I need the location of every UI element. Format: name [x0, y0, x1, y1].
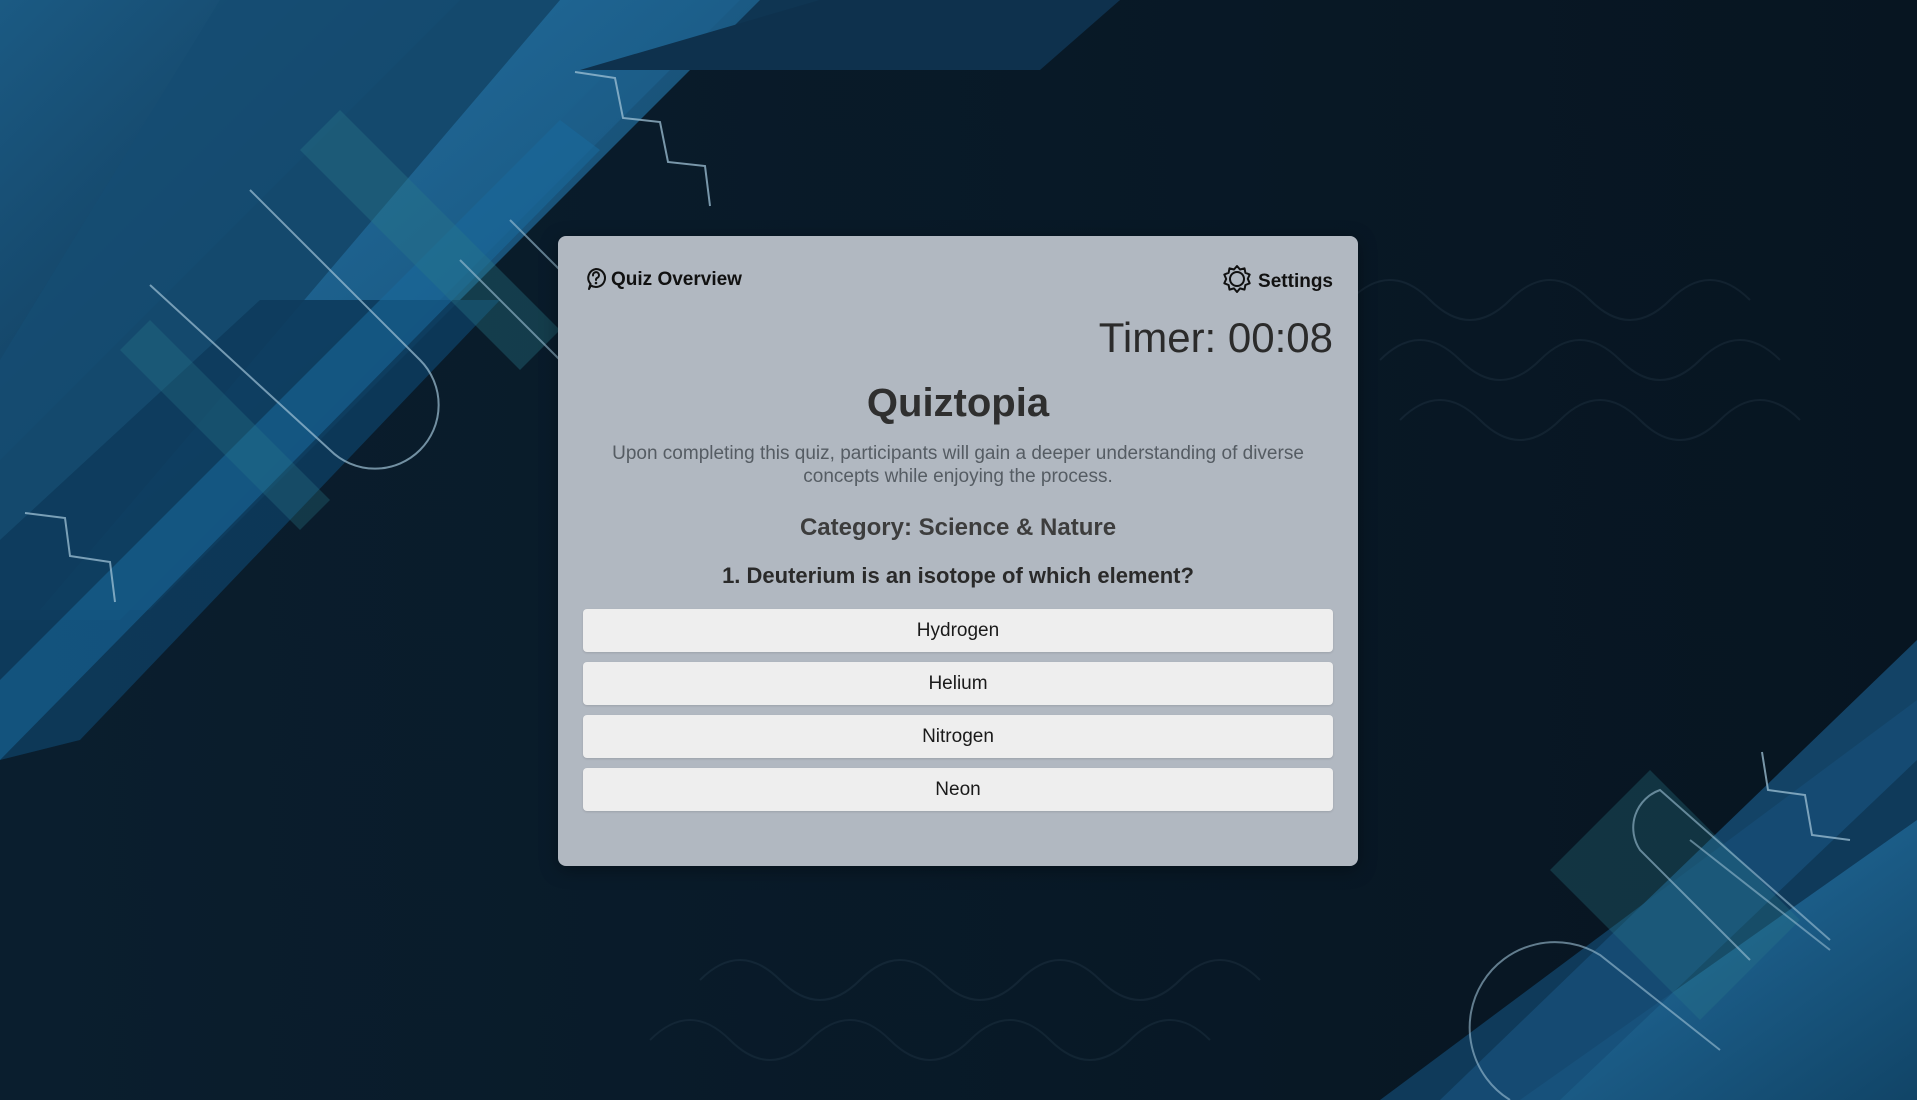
- quiz-card: Quiz Overview Settings Timer: 00:08 Quiz…: [558, 236, 1358, 866]
- quiz-overview-button[interactable]: Quiz Overview: [585, 263, 742, 297]
- quiz-overview-label: Quiz Overview: [611, 269, 742, 290]
- quiz-header: Quiz Overview Settings: [583, 260, 1333, 300]
- question-text: 1. Deuterium is an isotope of which elem…: [722, 563, 1194, 588]
- quiz-description: Upon completing this quiz, participants …: [612, 443, 1304, 487]
- answer-option-hydrogen[interactable]: Hydrogen: [583, 609, 1333, 652]
- quiz-title: Quiztopia: [866, 381, 1050, 425]
- answer-option-helium[interactable]: Helium: [583, 662, 1333, 705]
- settings-label: Settings: [1258, 271, 1333, 292]
- question-circle-icon: [585, 263, 607, 297]
- settings-button[interactable]: Settings: [1222, 264, 1333, 300]
- gear-icon: [1222, 264, 1252, 300]
- answer-option-nitrogen[interactable]: Nitrogen: [583, 715, 1333, 758]
- quiz-category: Category: Science & Nature: [799, 514, 1117, 541]
- timer: Timer: 00:08: [1098, 314, 1333, 361]
- answer-option-neon[interactable]: Neon: [583, 768, 1333, 811]
- answer-list: Hydrogen Helium Nitrogen Neon: [583, 609, 1333, 811]
